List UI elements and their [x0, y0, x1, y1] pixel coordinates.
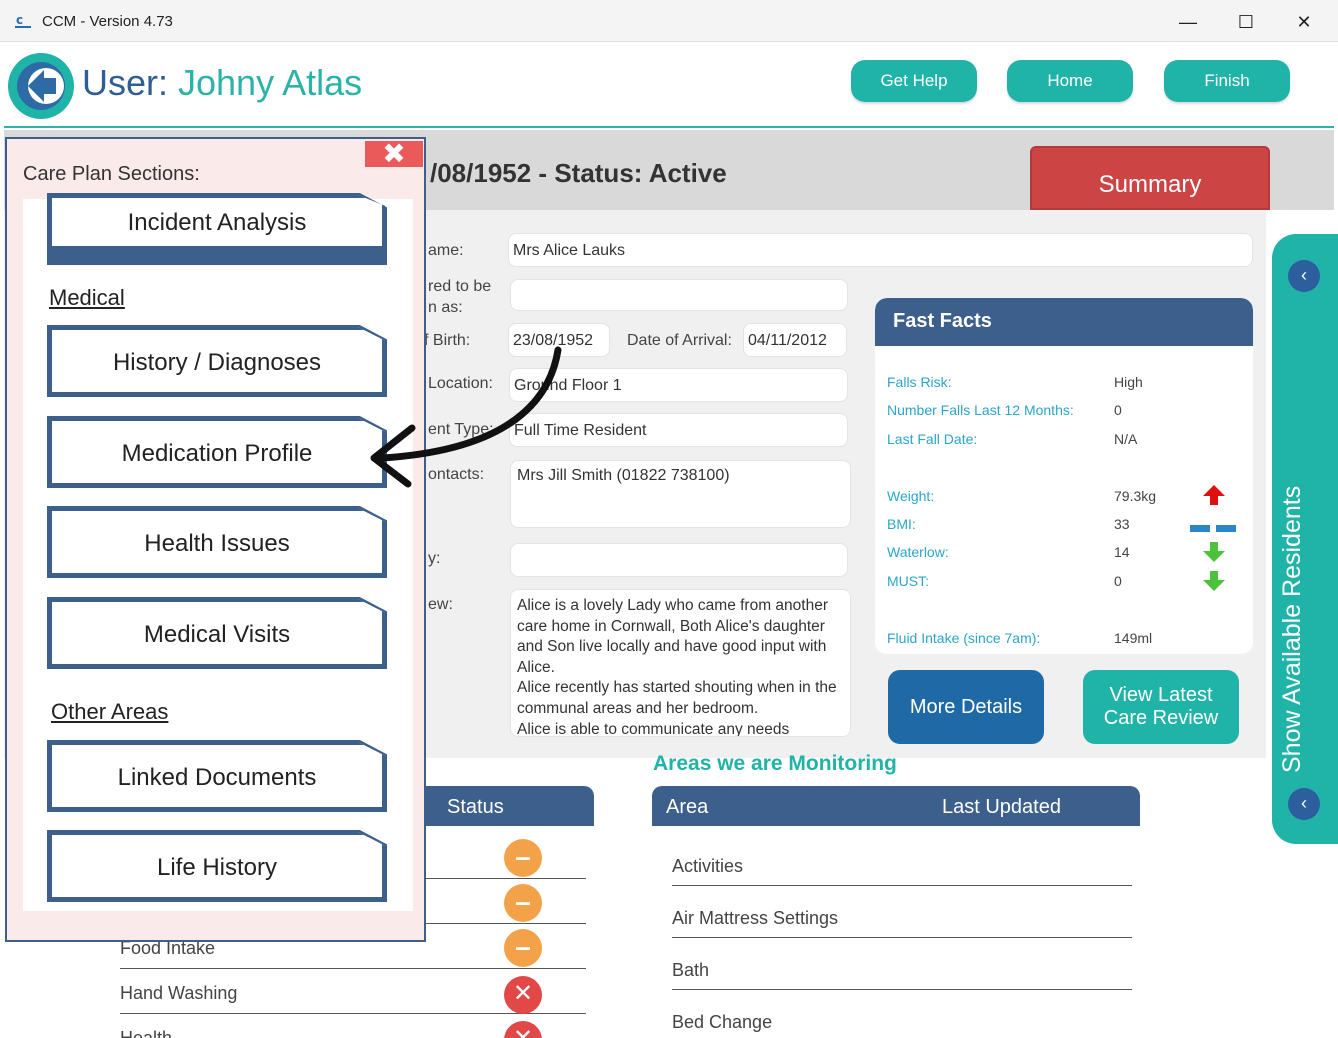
summary-tab[interactable]: Summary [1030, 146, 1270, 210]
ccm-logo-icon [6, 50, 76, 122]
overview-field[interactable]: Alice is a lovely Lady who came from ano… [510, 589, 851, 737]
fast-facts-title: Fast Facts [875, 298, 1253, 346]
bmi-value: 33 [1114, 516, 1130, 532]
table-row[interactable]: Air Mattress Settings [672, 886, 1132, 938]
finish-button[interactable]: Finish [1164, 60, 1290, 102]
weight-label: Weight: [887, 488, 935, 504]
trend-down-icon [1202, 541, 1226, 568]
other-areas-heading: Other Areas [51, 699, 169, 724]
cross-status-icon: ✕ [504, 976, 542, 1014]
overview-label: ew: [428, 596, 453, 613]
close-icon[interactable]: ✖ [365, 140, 423, 168]
fluid-intake-value: 149ml [1114, 630, 1153, 646]
falls-risk-label: Falls Risk: [887, 374, 952, 390]
minimize-button[interactable]: — [1168, 8, 1208, 36]
life-history-button[interactable]: Life History [49, 832, 385, 900]
table-row[interactable]: Bed Change [672, 990, 1132, 1038]
monitoring-title: Areas we are Monitoring [653, 752, 897, 775]
chevron-left-icon[interactable]: ‹ [1288, 788, 1320, 820]
health-issues-button[interactable]: Health Issues [49, 508, 385, 576]
bmi-label: BMI: [887, 516, 916, 532]
svg-text:c: c [16, 13, 23, 27]
show-residents-label[interactable]: Show Available Residents [1278, 464, 1328, 794]
resident-status-text: /08/1952 - Status: Active [430, 158, 727, 188]
more-details-button[interactable]: More Details [888, 670, 1044, 744]
area-column-header: Area [666, 796, 709, 818]
history-field[interactable] [510, 543, 848, 577]
weight-value: 79.3kg [1114, 488, 1157, 504]
waterlow-value: 14 [1114, 544, 1130, 560]
title-bar: c CCM - Version 4.73 — ☐ ✕ [0, 0, 1338, 42]
arrival-label: Date of Arrival: [627, 332, 732, 349]
history-diagnoses-button[interactable]: History / Diagnoses [49, 327, 385, 395]
get-help-button[interactable]: Get Help [851, 60, 977, 102]
care-plan-title: Care Plan Sections: [23, 163, 200, 185]
monitoring-table-header: Area Last Updated [652, 786, 1140, 826]
incident-analysis-button[interactable]: Incident Analysis [49, 195, 385, 249]
preferred-name-field[interactable] [510, 279, 848, 311]
minus-status-icon: – [504, 929, 542, 967]
must-value: 0 [1114, 573, 1122, 589]
medical-heading: Medical [49, 285, 125, 310]
must-label: MUST: [887, 573, 929, 589]
fast-facts-panel: Fast Facts Falls Risk: High Number Falls… [875, 298, 1253, 654]
user-label: User: [82, 62, 179, 103]
home-button[interactable]: Home [1007, 60, 1133, 102]
fluid-intake-label: Fluid Intake (since 7am): [887, 630, 1041, 646]
chevron-left-icon[interactable]: ‹ [1288, 260, 1320, 292]
last-fall-value: N/A [1114, 431, 1138, 447]
user-heading: User: Johny Atlas [82, 62, 362, 104]
waterlow-label: Waterlow: [887, 544, 949, 560]
available-residents-panel[interactable]: ‹ Show Available Residents ‹ [1272, 234, 1338, 844]
table-row[interactable]: Bath [672, 938, 1132, 990]
user-name: Johny Atlas [178, 62, 363, 103]
status-column-header: Status [447, 796, 504, 818]
app-icon: c [14, 12, 32, 30]
window-title: CCM - Version 4.73 [42, 13, 173, 30]
linked-documents-button[interactable]: Linked Documents [49, 742, 385, 810]
falls-risk-value: High [1114, 374, 1143, 390]
medication-profile-button[interactable]: Medication Profile [49, 418, 385, 486]
monitoring-table: Area Last Updated Activities Air Mattres… [652, 786, 1140, 1038]
falls-count-value: 0 [1114, 402, 1122, 418]
close-window-button[interactable]: ✕ [1284, 8, 1324, 36]
last-fall-label: Last Fall Date: [887, 431, 978, 447]
medical-visits-button[interactable]: Medical Visits [49, 599, 385, 667]
view-care-review-button[interactable]: View Latest Care Review [1083, 670, 1239, 744]
trend-up-icon [1202, 484, 1226, 511]
last-updated-column-header: Last Updated [942, 796, 1061, 818]
preferred-label: red to be [428, 278, 492, 295]
table-row[interactable]: Activities [672, 834, 1132, 886]
minus-status-icon: – [504, 839, 542, 877]
falls-count-label: Number Falls Last 12 Months: [887, 402, 1074, 418]
trend-same-icon [1190, 520, 1238, 538]
trend-down-icon [1202, 570, 1226, 597]
maximize-button[interactable]: ☐ [1226, 8, 1266, 36]
minus-status-icon: – [504, 884, 542, 922]
care-plan-list: Incident Analysis Medical History / Diag… [23, 193, 413, 911]
arrival-date-field[interactable]: 04/11/2012 [743, 323, 847, 357]
name-label: ame: [428, 242, 464, 259]
preferred-label-2: n as: [428, 299, 463, 316]
annotation-arrow-icon [370, 346, 562, 488]
name-field[interactable]: Mrs Alice Lauks [508, 233, 1253, 267]
history-label: y: [428, 550, 441, 567]
care-plan-sections-popup: Care Plan Sections: ✖ Incident Analysis … [5, 137, 426, 942]
app-header: User: Johny Atlas Get Help Home Finish [4, 42, 1334, 128]
